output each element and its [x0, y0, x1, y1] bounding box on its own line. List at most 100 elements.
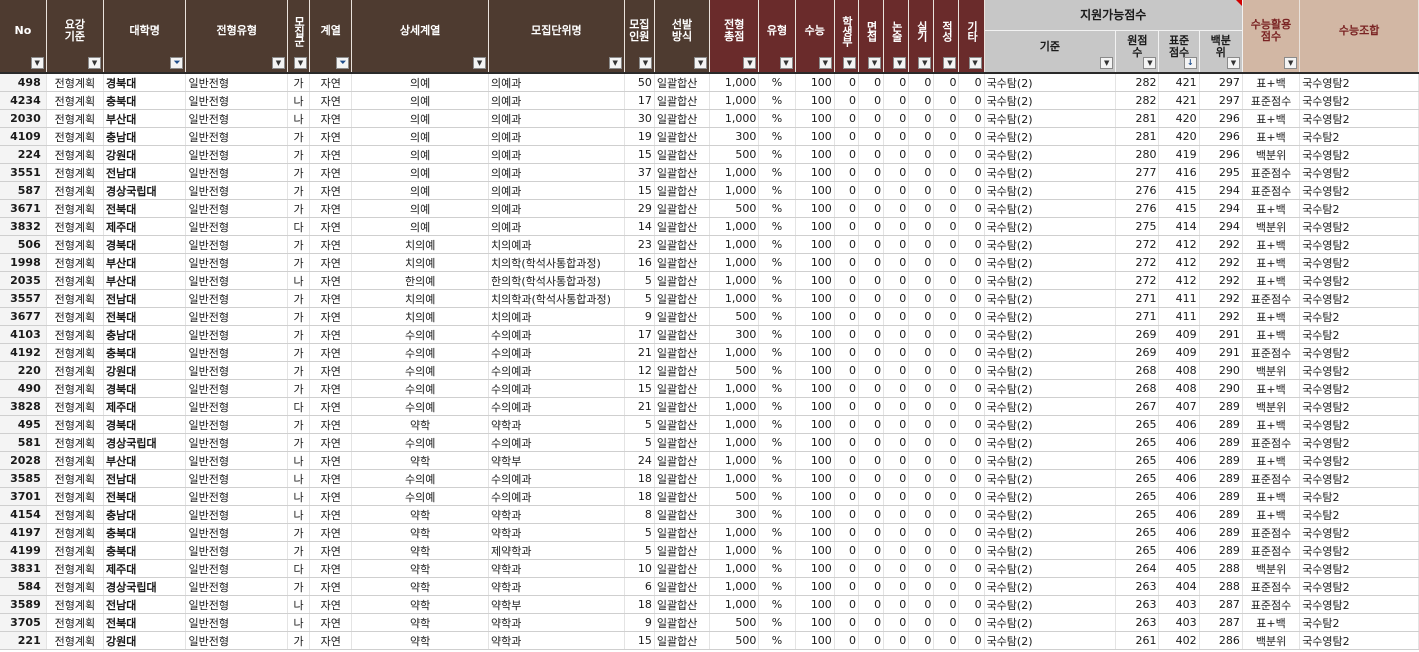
- table-row[interactable]: 3677 전형계획 전북대 일반전형 가 자연 치의예 치의예과 9 일괄합산 500% 100 0 0 0…: [0, 307, 1419, 326]
- gyeyeol-cell[interactable]: 자연: [309, 397, 353, 416]
- inwon-cell[interactable]: 10: [624, 559, 655, 578]
- yuhyeong-cell[interactable]: %: [758, 199, 796, 218]
- haksaengbu-cell[interactable]: 0: [834, 487, 859, 506]
- row-number-cell[interactable]: 3585: [0, 469, 47, 488]
- baekbunwi-cell[interactable]: 289: [1199, 523, 1243, 542]
- university-cell[interactable]: 경상국립대: [103, 181, 187, 200]
- johap-cell[interactable]: 국수탐2: [1299, 127, 1419, 146]
- baekbunwi-cell[interactable]: 286: [1199, 631, 1243, 650]
- filter-dropdown-icon[interactable]: ▼: [779, 57, 793, 69]
- mojip-gun-cell[interactable]: 가: [287, 433, 311, 452]
- wonjeomsu-cell[interactable]: 271: [1115, 307, 1160, 326]
- haksaengbu-cell[interactable]: 0: [834, 163, 859, 182]
- pyojun-cell[interactable]: 407: [1158, 397, 1200, 416]
- mojip-gun-cell[interactable]: 가: [287, 253, 311, 272]
- mojip-gun-cell[interactable]: 가: [287, 577, 311, 596]
- chongjeom-cell[interactable]: 1,000: [709, 72, 760, 92]
- seonbal-cell[interactable]: 일괄합산: [654, 145, 711, 164]
- suneung-cell[interactable]: 100: [795, 469, 835, 488]
- row-number-cell[interactable]: 495: [0, 415, 47, 434]
- table-row[interactable]: 584 전형계획 경상국립대 일반전형 가 자연 약학 약학과 6 일괄합산 1,000% 100 0 0…: [0, 577, 1419, 596]
- yogang-cell[interactable]: 전형계획: [46, 505, 105, 524]
- nonsul-cell[interactable]: 0: [883, 523, 910, 542]
- sangse-cell[interactable]: 약학: [351, 505, 490, 524]
- gita-cell[interactable]: 0: [958, 451, 985, 470]
- header-gijun[interactable]: 기준 ▼: [984, 30, 1117, 73]
- myeonjeop-cell[interactable]: 0: [858, 631, 885, 650]
- myeonjeop-cell[interactable]: 0: [858, 559, 885, 578]
- seonbal-cell[interactable]: 일괄합산: [654, 127, 711, 146]
- inwon-cell[interactable]: 8: [624, 505, 655, 524]
- chongjeom-cell[interactable]: 1,000: [709, 109, 760, 128]
- pyojun-cell[interactable]: 406: [1158, 415, 1200, 434]
- yogang-cell[interactable]: 전형계획: [46, 235, 105, 254]
- myeonjeop-cell[interactable]: 0: [858, 163, 885, 182]
- myeonjeop-cell[interactable]: 0: [858, 613, 885, 632]
- silgi-cell[interactable]: 0: [908, 181, 935, 200]
- jeonhyeong-cell[interactable]: 일반전형: [185, 253, 288, 272]
- hwalyong-cell[interactable]: 표+백: [1242, 271, 1301, 290]
- jeonhyeong-cell[interactable]: 일반전형: [185, 307, 288, 326]
- haksaengbu-cell[interactable]: 0: [834, 325, 859, 344]
- silgi-cell[interactable]: 0: [908, 451, 935, 470]
- sangse-cell[interactable]: 수의예: [351, 343, 490, 362]
- yogang-cell[interactable]: 전형계획: [46, 415, 105, 434]
- sangse-cell[interactable]: 의예: [351, 72, 490, 92]
- pyojun-cell[interactable]: 411: [1158, 289, 1200, 308]
- filter-dropdown-icon[interactable]: ▼: [868, 57, 882, 69]
- jeokseong-cell[interactable]: 0: [933, 253, 960, 272]
- haksaengbu-cell[interactable]: 0: [834, 397, 859, 416]
- gijun-cell[interactable]: 국수탐(2): [983, 253, 1117, 272]
- sangse-cell[interactable]: 의예: [351, 199, 490, 218]
- suneung-cell[interactable]: 100: [795, 523, 835, 542]
- sangse-cell[interactable]: 치의예: [351, 307, 490, 326]
- silgi-cell[interactable]: 0: [908, 145, 935, 164]
- row-number-cell[interactable]: 220: [0, 361, 47, 380]
- mojip-danwi-cell[interactable]: 의예과: [488, 72, 625, 92]
- seonbal-cell[interactable]: 일괄합산: [654, 72, 711, 92]
- row-number-cell[interactable]: 3589: [0, 595, 47, 614]
- yuhyeong-cell[interactable]: %: [758, 163, 796, 182]
- header-sangse[interactable]: 상세계열 ▼: [351, 0, 490, 73]
- jeokseong-cell[interactable]: 0: [933, 523, 960, 542]
- johap-cell[interactable]: 국수영탐2: [1299, 91, 1419, 110]
- suneung-cell[interactable]: 100: [795, 325, 835, 344]
- haksaengbu-cell[interactable]: 0: [834, 127, 859, 146]
- table-row[interactable]: 4103 전형계획 충남대 일반전형 가 자연 수의예 수의예과 17 일괄합산 300% 100 0 0…: [0, 325, 1419, 344]
- filter-dropdown-icon[interactable]: ▼: [1226, 57, 1240, 69]
- table-row[interactable]: 1998 전형계획 부산대 일반전형 가 자연 치의예 치의학(학석사통합과정) 16 일괄합산 1…: [0, 253, 1419, 272]
- jeonhyeong-cell[interactable]: 일반전형: [185, 235, 288, 254]
- row-number-cell[interactable]: 3701: [0, 487, 47, 506]
- row-number-cell[interactable]: 3705: [0, 613, 47, 632]
- filter-dropdown-icon[interactable]: ▼: [473, 57, 487, 69]
- gijun-cell[interactable]: 국수탐(2): [983, 469, 1117, 488]
- yuhyeong-cell[interactable]: %: [758, 127, 796, 146]
- gita-cell[interactable]: 0: [958, 595, 985, 614]
- yuhyeong-cell[interactable]: %: [758, 541, 796, 560]
- gita-cell[interactable]: 0: [958, 235, 985, 254]
- hwalyong-cell[interactable]: 표+백: [1242, 127, 1301, 146]
- gyeyeol-cell[interactable]: 자연: [309, 559, 353, 578]
- pyojun-cell[interactable]: 415: [1158, 181, 1200, 200]
- nonsul-cell[interactable]: 0: [883, 235, 910, 254]
- seonbal-cell[interactable]: 일괄합산: [654, 181, 711, 200]
- suneung-cell[interactable]: 100: [795, 541, 835, 560]
- johap-cell[interactable]: 국수영탐2: [1299, 289, 1419, 308]
- sangse-cell[interactable]: 수의예: [351, 325, 490, 344]
- yuhyeong-cell[interactable]: %: [758, 109, 796, 128]
- johap-cell[interactable]: 국수탐2: [1299, 325, 1419, 344]
- table-row[interactable]: 4192 전형계획 충북대 일반전형 가 자연 수의예 수의예과 21 일괄합산 1,000% 100…: [0, 343, 1419, 362]
- seonbal-cell[interactable]: 일괄합산: [654, 559, 711, 578]
- mojip-gun-cell[interactable]: 다: [287, 559, 311, 578]
- yuhyeong-cell[interactable]: %: [758, 523, 796, 542]
- gita-cell[interactable]: 0: [958, 271, 985, 290]
- university-cell[interactable]: 충남대: [103, 505, 187, 524]
- johap-cell[interactable]: 국수영탐2: [1299, 271, 1419, 290]
- johap-cell[interactable]: 국수영탐2: [1299, 235, 1419, 254]
- yuhyeong-cell[interactable]: %: [758, 433, 796, 452]
- jeokseong-cell[interactable]: 0: [933, 469, 960, 488]
- gita-cell[interactable]: 0: [958, 613, 985, 632]
- university-cell[interactable]: 전북대: [103, 307, 187, 326]
- chongjeom-cell[interactable]: 1,000: [709, 379, 760, 398]
- yogang-cell[interactable]: 전형계획: [46, 559, 105, 578]
